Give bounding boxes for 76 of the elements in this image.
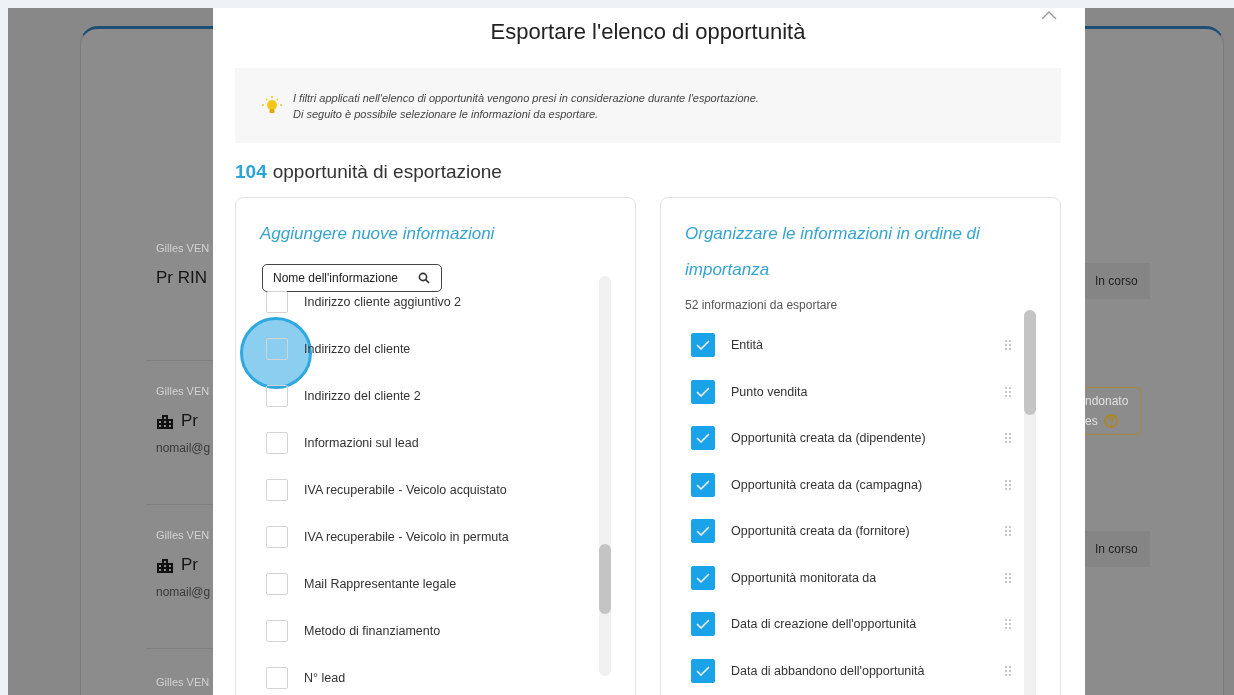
field-label: Metodo di finanziamento	[304, 623, 442, 638]
field-label: Informazioni sul lead	[304, 435, 420, 450]
drag-handle-icon[interactable]	[1004, 339, 1012, 352]
opportunity-title: Pr RIN	[156, 268, 207, 288]
drag-handle-icon[interactable]	[1004, 525, 1012, 538]
field-label: Mail Rappresentante legale	[304, 576, 458, 591]
scrollbar-thumb[interactable]	[1024, 310, 1036, 415]
email-text: nomail@g	[156, 585, 212, 599]
email-text: nomail@g	[156, 441, 212, 455]
status-text: ndonato	[1085, 394, 1129, 408]
checkbox[interactable]	[266, 619, 288, 642]
checkbox[interactable]	[691, 333, 715, 358]
drag-handle-icon[interactable]	[1004, 385, 1012, 398]
checkmark-icon	[696, 526, 710, 537]
export-count: 104	[235, 161, 267, 183]
chevron-up-icon[interactable]	[1041, 11, 1057, 20]
checkbox[interactable]	[266, 431, 288, 454]
checkmark-icon	[696, 386, 710, 397]
dialog-title: Esportare l'elenco di opportunità	[490, 19, 806, 46]
checkmark-icon	[696, 340, 710, 351]
field-label: Opportunità creata da (dipendente)	[731, 431, 927, 446]
checkmark-icon	[696, 479, 710, 490]
field-label: Data di creazione dell'opportunità	[731, 617, 918, 632]
panel-heading: Organizzare le informazioni in ordine di importanza	[685, 223, 981, 281]
author-name: Gilles VEN	[156, 676, 211, 690]
checkbox[interactable]	[266, 478, 288, 501]
status-badge: In corso	[1085, 263, 1150, 299]
field-count: 52 informazioni da esportare	[685, 298, 839, 312]
search-icon	[418, 272, 430, 284]
checkbox[interactable]	[691, 658, 715, 683]
drag-handle-icon[interactable]	[1004, 571, 1012, 584]
checkbox[interactable]	[691, 426, 715, 451]
status-badge: In corso	[1085, 531, 1150, 567]
field-label: IVA recuperabile - Veicolo acquistato	[304, 482, 508, 497]
checkbox[interactable]	[691, 612, 715, 637]
panel-heading: Aggiungere nuove informazioni	[260, 223, 496, 245]
search-field[interactable]: Nome dell'informazione	[262, 264, 442, 292]
checkbox[interactable]	[691, 472, 715, 497]
checkbox[interactable]	[691, 565, 715, 590]
scrollbar-thumb[interactable]	[599, 544, 611, 614]
checkbox[interactable]	[266, 572, 288, 595]
checkmark-icon	[696, 665, 710, 676]
question-icon	[1103, 414, 1118, 428]
checkbox[interactable]	[266, 290, 288, 313]
info-text: Di seguito è possibile selezionare le informazioni da esportare.	[293, 107, 600, 120]
author-name: Gilles VEN	[156, 529, 211, 543]
field-label: Opportunità creata da (campagna)	[731, 477, 924, 492]
field-label: Opportunità creata da (fornitore)	[731, 524, 911, 539]
field-label: Data di abbandono dell'opportunità	[731, 663, 926, 678]
checkbox[interactable]	[691, 379, 715, 404]
checkmark-icon	[696, 572, 710, 583]
field-label: IVA recuperabile - Veicolo in permuta	[304, 529, 510, 544]
field-label: Punto vendita	[731, 384, 809, 399]
checkbox[interactable]	[266, 525, 288, 548]
building-icon	[156, 412, 174, 430]
opportunity-title: Pr	[181, 555, 198, 575]
drag-handle-icon[interactable]	[1004, 618, 1012, 631]
export-count-label: opportunità di esportazione	[272, 161, 502, 183]
building-icon	[156, 556, 174, 574]
field-label: Indirizzo del cliente 2	[304, 388, 422, 403]
author-name: Gilles VEN	[156, 242, 211, 256]
field-label: Opportunità monitorata da	[731, 570, 878, 585]
status-text: es	[1085, 414, 1098, 428]
drag-handle-icon[interactable]	[1004, 478, 1012, 491]
checkbox[interactable]	[691, 519, 715, 544]
info-text: I filtri applicati nell'elenco di opportunità vengono presi in considerazione durante l'esportazione.	[293, 91, 759, 104]
drag-handle-icon[interactable]	[1004, 664, 1012, 677]
author-name: Gilles VEN	[156, 385, 211, 399]
field-label: N° lead	[304, 670, 347, 685]
checkbox[interactable]	[266, 666, 288, 689]
field-label: Entità	[731, 338, 764, 353]
opportunity-title: Pr	[181, 411, 198, 431]
drag-handle-icon[interactable]	[1004, 432, 1012, 445]
checkmark-icon	[696, 619, 710, 630]
field-label: Indirizzo cliente aggiuntivo 2	[304, 294, 463, 309]
checkmark-icon	[696, 433, 710, 444]
